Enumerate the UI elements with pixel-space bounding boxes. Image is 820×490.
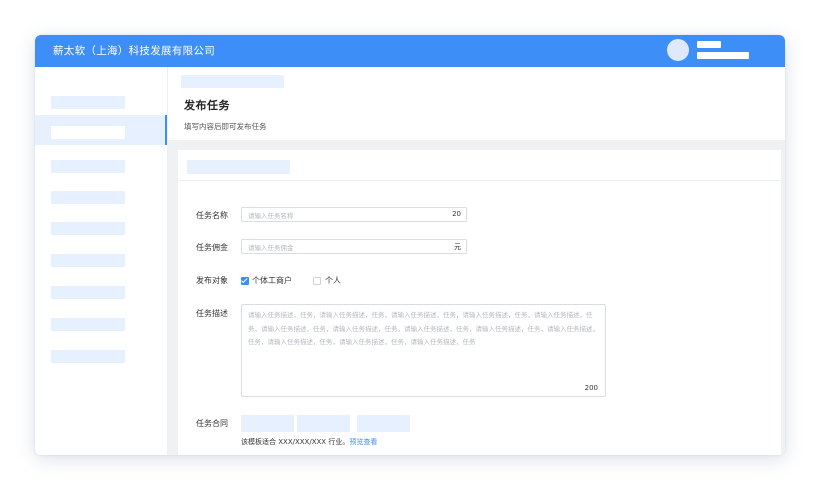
sidebar-item-placeholder xyxy=(51,350,125,363)
sidebar-item-placeholder xyxy=(51,96,125,109)
task-name-placeholder: 请输入任务名称 xyxy=(248,212,294,220)
sidebar-item-9[interactable] xyxy=(35,339,167,369)
card-title-placeholder xyxy=(187,160,290,174)
target-label: 发布对象 xyxy=(196,276,228,285)
sidebar-item-placeholder xyxy=(51,254,125,267)
description-textarea[interactable]: 请输入任务描述，任务，请输入任务描述，任务，请输入任务描述，任务，请输入任务描述… xyxy=(241,304,606,397)
contract-template-3[interactable] xyxy=(357,415,410,432)
contract-hint-text: 该模板适合 XXX/XXX/XXX 行业。 xyxy=(241,438,350,446)
card-header xyxy=(178,150,781,181)
description-counter: 200 xyxy=(584,384,598,392)
sidebar-item-7[interactable] xyxy=(35,275,167,305)
sidebar-item-placeholder xyxy=(51,191,125,204)
commission-unit: 元 xyxy=(454,243,461,251)
sidebar-item-3[interactable] xyxy=(35,149,167,179)
avatar[interactable] xyxy=(667,39,689,61)
company-name: 薪太软（上海）科技发展有限公司 xyxy=(53,45,215,57)
sidebar-item-placeholder xyxy=(51,286,125,299)
sidebar-item-1[interactable] xyxy=(35,85,167,115)
contract-hint: 该模板适合 XXX/XXX/XXX 行业。预览查看 xyxy=(241,437,377,447)
individual-business-option-label: 个体工商户 xyxy=(252,276,292,285)
contract-label: 任务合同 xyxy=(196,419,228,428)
sidebar-item-placeholder xyxy=(51,222,125,235)
commission-placeholder: 请输入任务佣金 xyxy=(248,244,294,252)
individual-checkbox[interactable] xyxy=(313,277,321,285)
main-content: 发布任务 填写内容后即可发布任务 任务名称 请输入任务名称 20 任务佣金 请输… xyxy=(168,67,785,455)
user-info-placeholder[interactable] xyxy=(697,52,749,59)
task-name-label: 任务名称 xyxy=(196,211,228,220)
page-subtitle: 填写内容后即可发布任务 xyxy=(184,122,267,131)
task-name-counter: 20 xyxy=(452,210,461,218)
description-label: 任务描述 xyxy=(196,309,228,318)
form-card: 任务名称 请输入任务名称 20 任务佣金 请输入任务佣金 元 发布对象 个体工商… xyxy=(178,150,781,455)
page-header: 发布任务 填写内容后即可发布任务 xyxy=(168,67,785,140)
description-placeholder: 请输入任务描述，任务，请输入任务描述，任务，请输入任务描述，任务，请输入任务描述… xyxy=(248,311,599,346)
top-bar: 薪太软（上海）科技发展有限公司 xyxy=(35,35,785,67)
sidebar-item-5[interactable] xyxy=(35,211,167,241)
preview-link[interactable]: 预览查看 xyxy=(349,438,377,446)
sidebar-item-placeholder xyxy=(51,126,125,139)
sidebar-item-placeholder xyxy=(51,318,125,331)
contract-template-1[interactable] xyxy=(241,415,294,432)
task-name-input[interactable]: 请输入任务名称 20 xyxy=(241,207,467,222)
individual-option-label: 个人 xyxy=(325,276,341,285)
individual-business-checkbox[interactable] xyxy=(241,277,249,285)
sidebar xyxy=(35,67,168,455)
commission-label: 任务佣金 xyxy=(196,243,228,252)
commission-input[interactable]: 请输入任务佣金 元 xyxy=(241,239,467,254)
breadcrumb[interactable] xyxy=(181,75,284,88)
sidebar-item-8[interactable] xyxy=(35,307,167,337)
sidebar-item-6[interactable] xyxy=(35,243,167,273)
sidebar-item-4[interactable] xyxy=(35,180,167,210)
contract-template-2[interactable] xyxy=(297,415,350,432)
page-title: 发布任务 xyxy=(184,99,230,112)
sidebar-item-placeholder xyxy=(51,160,125,173)
user-name-placeholder[interactable] xyxy=(697,41,721,48)
sidebar-item-2-active[interactable] xyxy=(35,115,167,145)
app-window: 薪太软（上海）科技发展有限公司 发布任务 填写内容后即可发布任务 任务名称 请输… xyxy=(35,35,785,455)
